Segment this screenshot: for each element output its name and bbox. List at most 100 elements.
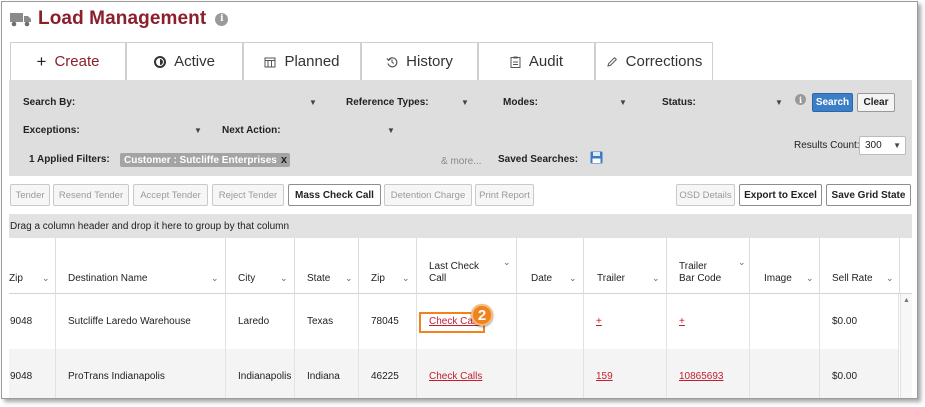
calendar-icon xyxy=(264,56,276,68)
results-count-value: 300 xyxy=(865,140,882,151)
table-row[interactable]: 9048 ProTrans Indianapolis Indianapolis … xyxy=(9,349,899,398)
exceptions-label: Exceptions: xyxy=(23,125,80,136)
accept-tender-button[interactable]: Accept Tender xyxy=(133,184,208,206)
tab-planned[interactable]: Planned xyxy=(243,42,361,80)
column-header-state[interactable]: State ⌄ xyxy=(295,238,359,294)
more-link[interactable]: & more... xyxy=(441,156,482,167)
chevron-down-icon[interactable]: ⌄ xyxy=(345,273,353,284)
tab-label: Planned xyxy=(284,53,340,70)
search-by-dropdown[interactable]: ▼ xyxy=(309,98,317,107)
reject-tender-button[interactable]: Reject Tender xyxy=(212,184,284,206)
mass-check-call-button[interactable]: Mass Check Call xyxy=(288,184,381,206)
tab-history[interactable]: History xyxy=(361,42,478,80)
print-report-button[interactable]: Print Report xyxy=(475,184,534,206)
add-trailer-link[interactable]: + xyxy=(596,316,602,327)
chevron-down-icon[interactable]: ⌄ xyxy=(402,273,410,284)
tab-create[interactable]: + Create xyxy=(10,42,126,80)
bar-code-link[interactable]: 10865693 xyxy=(679,371,724,382)
chevron-down-icon[interactable]: ⌄ xyxy=(652,273,660,284)
cell-sell-rate: $0.00 xyxy=(820,294,899,349)
cell-dest-zip: 78045 xyxy=(359,294,417,349)
reference-types-dropdown[interactable]: ▼ xyxy=(461,98,469,107)
page-title: Load Management xyxy=(38,8,207,29)
column-header-image[interactable]: Image ⌄ xyxy=(750,238,820,294)
tab-label: History xyxy=(406,53,453,70)
grid-header: Zip ⌄ Destination Name ⌄ City ⌄ State ⌄ … xyxy=(9,238,912,294)
cell-image xyxy=(750,349,820,398)
column-header-trailer[interactable]: Trailer ⌄ xyxy=(584,238,667,294)
pencil-icon xyxy=(606,56,618,68)
column-header-zip[interactable]: Zip ⌄ xyxy=(9,238,56,294)
cell-date xyxy=(517,349,584,398)
save-grid-state-button[interactable]: Save Grid State xyxy=(826,184,911,206)
tab-corrections[interactable]: Corrections xyxy=(595,42,713,80)
reference-types-label: Reference Types: xyxy=(346,97,429,108)
column-header-trailer-bar-code[interactable]: Trailer Bar Code ⌄ xyxy=(667,238,750,294)
chevron-down-icon[interactable]: ⌄ xyxy=(280,273,288,284)
save-icon[interactable] xyxy=(590,151,603,164)
group-hint: Drag a column header and drop it here to… xyxy=(10,220,290,232)
chevron-down-icon[interactable]: ⌄ xyxy=(806,273,814,284)
status-dropdown[interactable]: ▼ xyxy=(775,98,783,107)
resend-tender-button[interactable]: Resend Tender xyxy=(53,184,129,206)
next-action-dropdown[interactable]: ▼ xyxy=(387,126,395,135)
page-header: Load Management i xyxy=(10,6,229,32)
column-header-destination-name[interactable]: Destination Name ⌄ xyxy=(56,238,226,294)
cell-state: Indiana xyxy=(295,349,359,398)
status-label: Status: xyxy=(662,97,696,108)
filter-chip[interactable]: Customer : Sutcliffe Enterprises x xyxy=(120,153,290,167)
tab-label: Create xyxy=(54,53,100,70)
search-button[interactable]: Search xyxy=(812,93,853,112)
tender-button[interactable]: Tender xyxy=(10,184,50,206)
cell-city: Indianapolis xyxy=(226,349,295,398)
action-toolbar: Tender Resend Tender Accept Tender Rejec… xyxy=(9,184,912,210)
group-drop-area[interactable]: Drag a column header and drop it here to… xyxy=(9,214,912,238)
check-calls-link[interactable]: Check Calls xyxy=(429,371,482,382)
history-icon xyxy=(386,56,398,68)
tab-audit[interactable]: Audit xyxy=(478,42,595,80)
cell-destination: ProTrans Indianapolis xyxy=(56,349,226,398)
cell-trailer: 159 xyxy=(584,349,667,398)
trailer-link[interactable]: 159 xyxy=(596,371,613,382)
osd-details-button[interactable]: OSD Details xyxy=(676,184,735,206)
chevron-down-icon[interactable]: ⌄ xyxy=(886,273,894,284)
add-bar-code-link[interactable]: + xyxy=(679,316,685,327)
grid-scrollbar[interactable]: ▲ xyxy=(900,294,912,398)
scroll-up-icon[interactable]: ▲ xyxy=(903,297,910,304)
results-count-select[interactable]: 300 ▼ xyxy=(859,136,906,155)
column-header-sell-rate[interactable]: Sell Rate ⌄ xyxy=(820,238,900,294)
export-to-excel-button[interactable]: Export to Excel xyxy=(739,184,822,206)
tab-label: Active xyxy=(174,53,215,70)
chevron-down-icon[interactable]: ⌄ xyxy=(42,273,50,284)
plus-icon: + xyxy=(36,51,47,71)
saved-searches-label: Saved Searches: xyxy=(498,154,579,165)
modes-dropdown[interactable]: ▼ xyxy=(619,98,627,107)
info-icon[interactable]: i xyxy=(215,12,229,26)
info-icon[interactable]: i xyxy=(795,94,806,105)
column-header-dest-zip[interactable]: Zip ⌄ xyxy=(359,238,417,294)
chevron-down-icon[interactable]: ⌄ xyxy=(503,257,511,268)
exceptions-dropdown[interactable]: ▼ xyxy=(194,126,202,135)
column-header-date[interactable]: Date ⌄ xyxy=(517,238,584,294)
cell-dest-zip: 46225 xyxy=(359,349,417,398)
chevron-down-icon[interactable]: ⌄ xyxy=(569,273,577,284)
detention-charge-button[interactable]: Detention Charge xyxy=(384,184,472,206)
cell-zip: 9048 xyxy=(9,294,56,349)
filter-chip-label: Customer : Sutcliffe Enterprises xyxy=(124,154,277,166)
close-icon[interactable]: x xyxy=(281,154,287,166)
search-by-label: Search By: xyxy=(23,97,76,108)
applied-filters-label: 1 Applied Filters: xyxy=(29,154,110,165)
chevron-down-icon[interactable]: ⌄ xyxy=(211,273,219,284)
column-header-last-check-call[interactable]: Last Check Call ⌄ xyxy=(417,238,517,294)
cell-trailer-bar-code: 10865693 xyxy=(667,349,750,398)
chevron-down-icon: ▼ xyxy=(893,141,901,150)
chevron-down-icon[interactable]: ⌄ xyxy=(738,257,746,268)
column-header-city[interactable]: City ⌄ xyxy=(226,238,295,294)
cell-zip: 9048 xyxy=(9,349,56,398)
cell-state: Texas xyxy=(295,294,359,349)
clear-button[interactable]: Clear xyxy=(857,93,895,112)
load-management-window: Load Management i + Create Active Planne… xyxy=(1,1,918,399)
cell-date xyxy=(517,294,584,349)
tab-active[interactable]: Active xyxy=(126,42,243,80)
cell-sell-rate: $0.00 xyxy=(820,349,899,398)
